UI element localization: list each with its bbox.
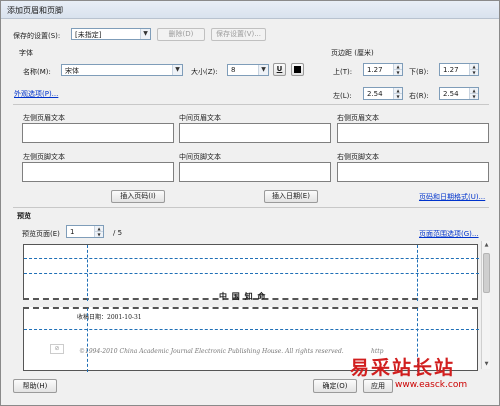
right-header-input[interactable] xyxy=(337,123,489,143)
preview-page-label: 预览页面(E) xyxy=(22,230,60,238)
preview-page-top: 中 国 知 命 xyxy=(23,244,478,301)
insert-date-button[interactable]: 插入日期(E) xyxy=(264,190,318,203)
center-header-label: 中间页眉文本 xyxy=(179,114,221,122)
margin-right-value: 2.54 xyxy=(443,90,459,98)
margin-top-label: 上(T): xyxy=(333,68,353,76)
spin-down-icon[interactable]: ▼ xyxy=(94,231,103,237)
font-size-label: 大小(Z): xyxy=(191,68,218,76)
left-footer-label: 左侧页脚文本 xyxy=(23,153,65,161)
margin-guide-right xyxy=(417,245,418,301)
margin-guide-left xyxy=(87,245,88,301)
margin-left-label: 左(L): xyxy=(333,92,352,100)
font-name-value: 宋体 xyxy=(65,67,79,75)
margin-left-spinner[interactable]: 2.54 ▲ ▼ xyxy=(363,87,403,100)
ok-button[interactable]: 确定(O) xyxy=(313,379,357,393)
preview-header-text: 中 国 知 命 xyxy=(219,292,267,301)
scroll-up-icon[interactable]: ▲ xyxy=(482,241,491,250)
site-watermark-url: www.easck.com xyxy=(395,380,468,390)
saved-settings-value: [未指定] xyxy=(75,31,102,39)
save-settings-button[interactable]: 保存设置(V)... xyxy=(211,28,266,41)
divider xyxy=(13,104,489,105)
spin-down-icon[interactable]: ▼ xyxy=(393,93,402,99)
saved-settings-label: 保存的设置(S): xyxy=(13,32,61,40)
font-name-label: 名称(M): xyxy=(23,68,51,76)
preview-scrollbar[interactable]: ▲ ▼ xyxy=(481,241,490,369)
site-watermark: 易采站长站 xyxy=(350,357,456,379)
preview-copyright-text: ©1994-2010 China Academic Journal Electr… xyxy=(79,348,344,355)
preview-page-spinner[interactable]: 1 ▲ ▼ xyxy=(66,225,104,238)
margin-bottom-spinner[interactable]: 1.27 ▲ ▼ xyxy=(439,63,479,76)
margin-guide-header xyxy=(24,273,479,274)
apply-button[interactable]: 应用 xyxy=(363,379,393,393)
margin-top-spinner[interactable]: 1.27 ▲ ▼ xyxy=(363,63,403,76)
margin-right-spinner[interactable]: 2.54 ▲ ▼ xyxy=(439,87,479,100)
chevron-down-icon: ▼ xyxy=(172,65,182,75)
left-header-input[interactable] xyxy=(22,123,174,143)
margin-guide-top xyxy=(24,258,479,259)
page-range-options-link[interactable]: 页面范围选项(G)... xyxy=(419,229,479,239)
center-header-input[interactable] xyxy=(179,123,331,143)
right-header-label: 右侧页眉文本 xyxy=(337,114,379,122)
spin-down-icon[interactable]: ▼ xyxy=(393,69,402,75)
center-footer-label: 中间页脚文本 xyxy=(179,153,221,161)
margin-bottom-value: 1.27 xyxy=(443,66,459,74)
center-footer-input[interactable] xyxy=(179,162,331,182)
right-footer-input[interactable] xyxy=(337,162,489,182)
margin-left-value: 2.54 xyxy=(367,90,383,98)
margin-guide-left-lower xyxy=(87,308,88,372)
left-header-label: 左侧页眉文本 xyxy=(23,114,65,122)
text-color-button[interactable] xyxy=(291,63,304,76)
margins-group-label: 页边距 (厘米) xyxy=(331,49,374,57)
underline-button[interactable]: U xyxy=(273,63,286,76)
font-name-select[interactable]: 宋体 ▼ xyxy=(61,64,183,76)
publisher-logo-icon: ⊘ xyxy=(50,344,64,354)
preview-group-label: 预览 xyxy=(17,212,31,220)
right-footer-label: 右侧页脚文本 xyxy=(337,153,379,161)
dialog-title: 添加页眉和页脚 xyxy=(7,6,63,15)
appearance-options-link[interactable]: 外观选项(P)... xyxy=(14,89,58,99)
spin-down-icon[interactable]: ▼ xyxy=(469,69,478,75)
margin-right-label: 右(R): xyxy=(409,92,429,100)
saved-settings-select[interactable]: [未指定] ▼ xyxy=(71,28,151,40)
spin-down-icon[interactable]: ▼ xyxy=(469,93,478,99)
help-button[interactable]: 帮助(H) xyxy=(13,379,57,393)
margin-top-value: 1.27 xyxy=(367,66,383,74)
divider xyxy=(13,207,489,208)
delete-button[interactable]: 删除(D) xyxy=(157,28,205,41)
scroll-down-icon[interactable]: ▼ xyxy=(482,360,491,369)
page-date-format-link[interactable]: 页码和日期格式(U)... xyxy=(419,192,485,202)
font-group-label: 字体 xyxy=(19,49,33,57)
insert-page-number-button[interactable]: 插入页码(I) xyxy=(111,190,165,203)
color-swatch-icon xyxy=(294,66,301,73)
scrollbar-thumb[interactable] xyxy=(483,253,490,293)
margin-guide-bottom xyxy=(24,329,479,330)
chevron-down-icon: ▼ xyxy=(140,29,150,39)
title-bar: 添加页眉和页脚 xyxy=(1,1,499,19)
font-size-select[interactable]: 8 ▼ xyxy=(227,64,269,76)
preview-page-total: / 5 xyxy=(113,229,123,237)
preview-page-value: 1 xyxy=(70,228,75,236)
margin-bottom-label: 下(B): xyxy=(409,68,429,76)
chevron-down-icon: ▼ xyxy=(258,65,268,75)
add-header-footer-dialog: 添加页眉和页脚 保存的设置(S): [未指定] ▼ 删除(D) 保存设置(V).… xyxy=(0,0,500,406)
font-size-value: 8 xyxy=(231,66,236,74)
left-footer-input[interactable] xyxy=(22,162,174,182)
